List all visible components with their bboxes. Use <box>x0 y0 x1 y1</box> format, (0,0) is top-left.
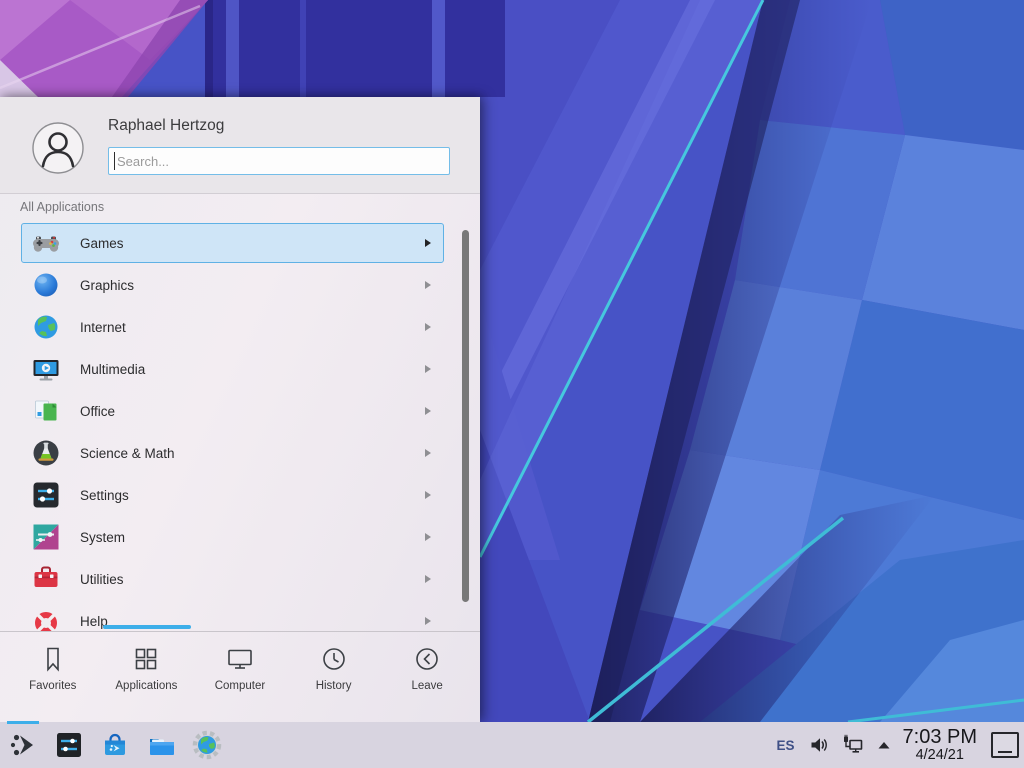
active-tab-indicator <box>103 625 191 629</box>
system-settings-icon <box>54 730 84 760</box>
tab-leave[interactable]: Leave <box>382 645 472 692</box>
network-button[interactable] <box>841 734 865 756</box>
tab-favorites[interactable]: Favorites <box>8 645 98 692</box>
lifebuoy-icon <box>30 605 62 631</box>
submenu-arrow-icon <box>425 239 431 247</box>
desktop: Raphael Hertzog All Applications Games <box>0 0 1024 768</box>
tab-label: Computer <box>215 680 266 692</box>
submenu-arrow-icon <box>425 491 431 499</box>
tab-label: Applications <box>115 680 177 692</box>
tab-history[interactable]: History <box>289 645 379 692</box>
submenu-arrow-icon <box>425 575 431 583</box>
tab-label: Leave <box>412 680 443 692</box>
clock-time: 7:03 PM <box>903 727 977 748</box>
menu-item-label: Multimedia <box>80 362 145 377</box>
menu-item-internet[interactable]: Internet <box>21 307 444 347</box>
app-grid-icon <box>132 645 160 673</box>
submenu-arrow-icon <box>425 323 431 331</box>
active-task-indicator <box>7 721 39 724</box>
network-icon <box>841 734 865 756</box>
menu-item-label: System <box>80 530 125 545</box>
volume-button[interactable] <box>808 734 830 756</box>
menu-item-games[interactable]: Games <box>21 223 444 263</box>
globe-gear-icon <box>192 730 222 760</box>
menu-item-utilities[interactable]: Utilities <box>21 559 444 599</box>
submenu-arrow-icon <box>425 407 431 415</box>
submenu-arrow-icon <box>425 617 431 625</box>
show-desktop-icon <box>990 731 1020 759</box>
blue-folder-icon <box>146 730 176 760</box>
keyboard-layout-indicator[interactable]: ES <box>777 738 795 753</box>
media-monitor-icon <box>30 353 62 385</box>
tab-applications[interactable]: Applications <box>101 645 191 692</box>
menu-item-label: Office <box>80 404 115 419</box>
menu-item-label: Graphics <box>80 278 134 293</box>
section-label: All Applications <box>20 200 104 214</box>
text-caret <box>114 152 115 170</box>
paint-sphere-icon <box>30 269 62 301</box>
scrollbar[interactable] <box>462 230 469 602</box>
expand-tray-button[interactable] <box>876 737 892 753</box>
documents-icon <box>30 395 62 427</box>
menu-item-multimedia[interactable]: Multimedia <box>21 349 444 389</box>
menu-item-office[interactable]: Office <box>21 391 444 431</box>
menu-item-label: Internet <box>80 320 126 335</box>
category-list: Games Graphics <box>0 218 480 631</box>
clock-icon <box>320 645 348 673</box>
system-settings-button[interactable] <box>54 730 84 760</box>
file-manager-button[interactable] <box>146 730 176 760</box>
bookmark-icon <box>39 645 67 673</box>
application-launcher-menu: Raphael Hertzog All Applications Games <box>0 97 480 722</box>
menu-item-label: Science & Math <box>80 446 175 461</box>
tab-label: Favorites <box>29 680 76 692</box>
toolbox-icon <box>30 563 62 595</box>
tab-computer[interactable]: Computer <box>195 645 285 692</box>
menu-item-label: Settings <box>80 488 129 503</box>
application-launcher-button[interactable] <box>8 730 38 760</box>
submenu-arrow-icon <box>425 533 431 541</box>
submenu-arrow-icon <box>425 365 431 373</box>
menu-item-science-math[interactable]: Science & Math <box>21 433 444 473</box>
clock-date: 4/24/21 <box>903 748 977 763</box>
user-avatar-icon[interactable] <box>32 122 84 174</box>
menu-item-help[interactable]: Help <box>21 601 444 631</box>
submenu-arrow-icon <box>425 449 431 457</box>
monitor-icon <box>226 645 254 673</box>
launcher-tab-bar: Favorites Applications Computer <box>0 631 480 722</box>
search-input[interactable] <box>108 147 450 175</box>
globe-icon <box>30 311 62 343</box>
submenu-arrow-icon <box>425 281 431 289</box>
leave-circle-icon <box>413 645 441 673</box>
digital-clock[interactable]: 7:03 PM 4/24/21 <box>903 727 977 763</box>
menu-item-label: Utilities <box>80 572 124 587</box>
kde-launcher-icon <box>8 730 38 760</box>
volume-icon <box>808 734 830 756</box>
tab-label: History <box>316 680 352 692</box>
discover-bag-icon <box>100 730 130 760</box>
menu-item-label: Games <box>80 236 124 251</box>
system-tray: ES <box>777 727 1024 763</box>
web-browser-button[interactable] <box>192 730 222 760</box>
taskbar-panel: ES <box>0 722 1024 768</box>
gamepad-icon <box>30 227 62 259</box>
discover-button[interactable] <box>100 730 130 760</box>
flask-icon <box>30 437 62 469</box>
user-name: Raphael Hertzog <box>108 117 224 135</box>
show-desktop-button[interactable] <box>990 731 1020 759</box>
sliders-icon <box>30 479 62 511</box>
menu-item-graphics[interactable]: Graphics <box>21 265 444 305</box>
menu-item-settings[interactable]: Settings <box>21 475 444 515</box>
system-sliders-icon <box>30 521 62 553</box>
expand-tray-arrow-icon <box>876 737 892 753</box>
menu-item-system[interactable]: System <box>21 517 444 557</box>
